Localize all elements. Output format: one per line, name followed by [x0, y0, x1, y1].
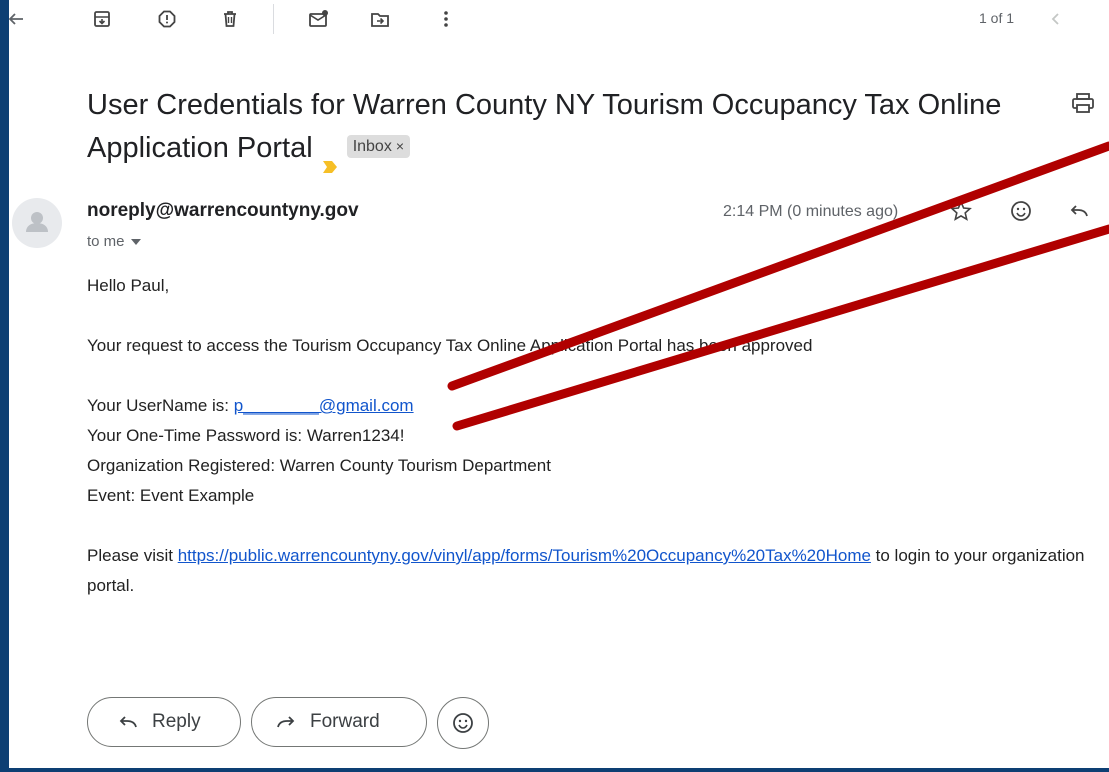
default-avatar-icon: [26, 212, 48, 232]
remove-label-icon[interactable]: ×: [396, 138, 404, 154]
recipient-dropdown[interactable]: to me: [87, 233, 141, 250]
subject-text: User Credentials for Warren County NY To…: [87, 89, 1002, 164]
reply-arrow-icon: [119, 716, 137, 728]
star-icon[interactable]: [946, 196, 976, 226]
prev-email-icon[interactable]: [1041, 4, 1071, 34]
print-icon[interactable]: [1071, 92, 1101, 122]
caret-down-icon[interactable]: [130, 239, 141, 246]
organization-line: Organization Registered: Warren County T…: [87, 456, 551, 475]
more-vert-icon[interactable]: [431, 4, 461, 34]
toolbar: 1 of 1: [9, 0, 1109, 38]
emoji-icon: [453, 713, 473, 733]
inbox-label-text: Inbox: [352, 137, 392, 155]
sender-address[interactable]: noreply@warrencountyny.gov: [87, 200, 359, 222]
important-marker-icon[interactable]: [322, 143, 337, 174]
visit-paragraph: Please visit https://public.warrencounty…: [87, 541, 1107, 601]
emoji-react-icon[interactable]: [1006, 196, 1036, 226]
email-body: Hello Paul, Your request to access the T…: [87, 271, 1107, 601]
forward-label: Forward: [310, 711, 380, 732]
event-line: Event: Event Example: [87, 486, 255, 505]
mark-unread-icon[interactable]: [304, 4, 334, 34]
reply-button[interactable]: Reply: [87, 697, 241, 747]
forward-button[interactable]: Forward: [251, 697, 427, 747]
toolbar-divider: [273, 4, 274, 34]
portal-link[interactable]: https://public.warrencountyny.gov/vinyl/…: [178, 546, 871, 565]
inbox-label[interactable]: Inbox ×: [346, 134, 411, 158]
report-spam-icon[interactable]: [152, 4, 182, 34]
approved-text: Your request to access the Tourism Occup…: [87, 336, 813, 355]
reply-icon[interactable]: [1064, 196, 1094, 226]
greeting: Hello Paul,: [87, 276, 170, 295]
reply-label: Reply: [152, 711, 201, 732]
email-view: 1 of 1 User Credentials for Warren Count…: [9, 0, 1109, 768]
pagination-count: 1 of 1: [979, 10, 1015, 26]
move-to-icon[interactable]: [365, 4, 395, 34]
archive-icon[interactable]: [87, 4, 117, 34]
sender-avatar: [12, 198, 62, 248]
back-arrow-icon[interactable]: [9, 4, 31, 34]
email-subject: User Credentials for Warren County NY To…: [87, 84, 1037, 174]
username-label: Your UserName is:: [87, 396, 234, 415]
emoji-react-button[interactable]: [437, 697, 489, 749]
username-line: Your UserName is: p________@gmail.com: [87, 391, 1107, 421]
password-line: Your One-Time Password is: Warren1234!: [87, 426, 405, 445]
recipient-text: to me: [87, 233, 125, 250]
window-border: [0, 768, 1109, 772]
email-timestamp: 2:14 PM (0 minutes ago): [723, 203, 899, 220]
username-link[interactable]: p________@gmail.com: [234, 396, 414, 415]
delete-icon[interactable]: [215, 4, 245, 34]
forward-arrow-icon: [277, 716, 295, 728]
visit-prefix: Please visit: [87, 546, 178, 565]
